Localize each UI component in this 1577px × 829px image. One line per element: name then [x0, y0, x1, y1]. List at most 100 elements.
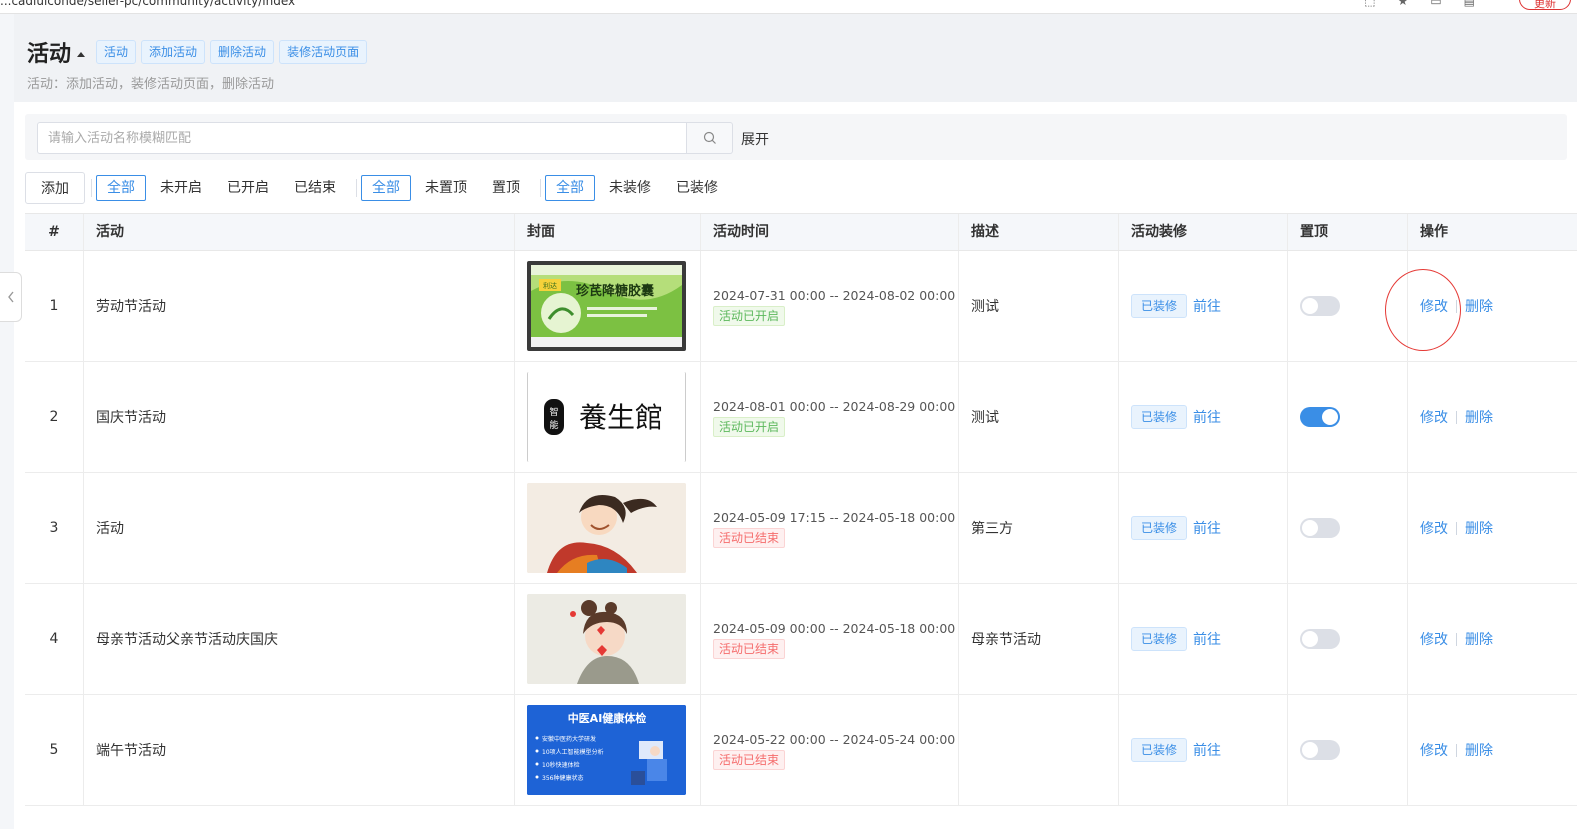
activity-name: 端午节活动	[84, 695, 515, 805]
pin-toggle[interactable]	[1300, 740, 1340, 760]
pin-toggle[interactable]	[1300, 629, 1340, 649]
table-row: 4 母亲节活动父亲节活动庆国庆 2024-05-09 00:00 -- 2024…	[25, 584, 1577, 695]
cover-girl-hearts-image	[527, 594, 686, 684]
col-header-desc: 描述	[959, 214, 1119, 250]
edit-link[interactable]: 修改	[1420, 629, 1448, 649]
page-subtitle: 活动：添加活动，装修活动页面，删除活动	[27, 77, 275, 92]
activity-time: 2024-05-09 00:00 -- 2024-05-18 00:00	[713, 621, 956, 636]
table-row: 5 端午节活动 中医AI健康体检 安徽中医药大学研发 10项人工智能模型分析 1…	[25, 695, 1577, 806]
row-index: 3	[25, 473, 84, 583]
activity-table: # 活动 封面 活动时间 描述 活动装修 置顶 操作 1 劳动节活动 利达 珍芪…	[25, 213, 1577, 806]
edit-link[interactable]: 修改	[1420, 296, 1448, 316]
status-badge: 活动已开启	[713, 306, 786, 326]
cover-medicine-box-image: 利达 珍芪降糖胶囊	[527, 261, 686, 351]
filter-status-started[interactable]: 已开启	[216, 175, 280, 201]
activity-name: 活动	[84, 473, 515, 583]
filter-divider	[356, 179, 357, 197]
activity-desc	[959, 695, 1119, 805]
pin-toggle[interactable]	[1300, 518, 1340, 538]
filter-deco-undecorated[interactable]: 未装修	[598, 175, 662, 201]
pin-toggle[interactable]	[1300, 296, 1340, 316]
activity-time: 2024-05-22 00:00 -- 2024-05-24 00:00	[713, 732, 956, 747]
status-badge: 活动已结束	[713, 528, 786, 548]
activity-name: 劳动节活动	[84, 251, 515, 361]
filter-status-not-started[interactable]: 未开启	[149, 175, 213, 201]
delete-link[interactable]: 删除	[1465, 518, 1493, 538]
filter-top-pinned[interactable]: 置顶	[481, 175, 531, 201]
cover-tcm-title: 中医AI健康体检	[568, 711, 647, 725]
add-button[interactable]: 添加	[25, 172, 85, 204]
pin-toggle[interactable]	[1300, 407, 1340, 427]
action-separator	[1456, 521, 1457, 535]
filter-deco-all[interactable]: 全部	[545, 175, 595, 201]
row-index: 4	[25, 584, 84, 694]
table-row: 2 国庆节活动 智 能 養生館 2024-08-01 00:00 -- 2024…	[25, 362, 1577, 473]
delete-link[interactable]: 删除	[1465, 296, 1493, 316]
cover-brand-text: 利达	[543, 281, 557, 290]
svg-text:能: 能	[549, 419, 558, 431]
decorated-tag: 已装修	[1131, 627, 1188, 651]
activity-desc: 第三方	[959, 473, 1119, 583]
activity-desc: 测试	[959, 251, 1119, 361]
col-header-decoration: 活动装修	[1119, 214, 1288, 250]
delete-link[interactable]: 删除	[1465, 740, 1493, 760]
activity-time: 2024-05-09 17:15 -- 2024-05-18 00:00	[713, 510, 956, 525]
sidebar-collapse-button[interactable]	[0, 272, 22, 322]
browser-update-button[interactable]: 更新	[1519, 0, 1571, 10]
goto-link[interactable]: 前往	[1193, 296, 1221, 316]
cover-tcm-line: 10秒快速体检	[542, 761, 580, 769]
filter-row: 添加 全部 未开启 已开启 已结束 全部 未置顶 置顶 全部 未装修 已装修	[25, 172, 732, 204]
goto-link[interactable]: 前往	[1193, 518, 1221, 538]
col-header-activity: 活动	[84, 214, 515, 250]
col-header-cover: 封面	[515, 214, 701, 250]
filter-status-ended[interactable]: 已结束	[283, 175, 347, 201]
edit-link[interactable]: 修改	[1420, 518, 1448, 538]
search-icon	[703, 131, 716, 144]
cover-girl-illustration-image	[527, 483, 686, 573]
cover-calligraphy-text: 養生館	[579, 401, 663, 434]
header-tag-activity[interactable]: 活动	[96, 40, 137, 64]
filter-deco-decorated[interactable]: 已装修	[665, 175, 729, 201]
activity-name: 国庆节活动	[84, 362, 515, 472]
search-input[interactable]	[37, 122, 687, 154]
edit-link[interactable]: 修改	[1420, 407, 1448, 427]
header-tag-delete[interactable]: 删除活动	[210, 40, 275, 64]
filter-top-unpinned[interactable]: 未置顶	[414, 175, 478, 201]
goto-link[interactable]: 前往	[1193, 740, 1221, 760]
goto-link[interactable]: 前往	[1193, 407, 1221, 427]
cover-tcm-line: 安徽中医药大学研发	[542, 735, 596, 743]
decorated-tag: 已装修	[1131, 738, 1188, 762]
cover-tcm-banner-image: 中医AI健康体检 安徽中医药大学研发 10项人工智能模型分析 10秒快速体检 3…	[527, 705, 686, 795]
search-button[interactable]	[687, 122, 733, 154]
row-index: 5	[25, 695, 84, 805]
row-index: 1	[25, 251, 84, 361]
activity-desc: 母亲节活动	[959, 584, 1119, 694]
delete-link[interactable]: 删除	[1465, 629, 1493, 649]
page-header: 活动 活动 添加活动 删除活动 装修活动页面 活动：添加活动，装修活动页面，删除…	[14, 14, 1577, 102]
browser-url[interactable]: ...cadiuiconde/seller-pc/community/activ…	[0, 0, 295, 8]
title-row: 活动 活动 添加活动 删除活动 装修活动页面	[27, 36, 368, 68]
chevron-left-icon	[7, 291, 14, 303]
col-header-pinned: 置顶	[1288, 214, 1408, 250]
browser-toolbar-icons[interactable]: ⬚★▭▤	[1364, 0, 1497, 8]
status-badge: 活动已开启	[713, 417, 786, 437]
cover-seal-text: 智	[549, 406, 558, 418]
filter-status-all[interactable]: 全部	[96, 175, 146, 201]
col-header-index: #	[25, 214, 84, 250]
delete-link[interactable]: 删除	[1465, 407, 1493, 427]
decorated-tag: 已装修	[1131, 516, 1188, 540]
edit-link[interactable]: 修改	[1420, 740, 1448, 760]
action-separator	[1456, 299, 1457, 313]
caret-up-icon[interactable]	[77, 51, 86, 57]
header-tag-decorate[interactable]: 装修活动页面	[279, 40, 368, 64]
table-row: 3 活动 2024-05-09 17:15 -- 2024-05-18 00:0…	[25, 473, 1577, 584]
filter-divider	[91, 179, 92, 197]
header-tag-add[interactable]: 添加活动	[141, 40, 206, 64]
decorated-tag: 已装修	[1131, 294, 1188, 318]
filter-top-all[interactable]: 全部	[361, 175, 411, 201]
action-separator	[1456, 632, 1457, 646]
cover-product-title: 珍芪降糖胶囊	[576, 283, 655, 299]
goto-link[interactable]: 前往	[1193, 629, 1221, 649]
col-header-time: 活动时间	[701, 214, 959, 250]
expand-link[interactable]: 展开	[741, 129, 769, 149]
